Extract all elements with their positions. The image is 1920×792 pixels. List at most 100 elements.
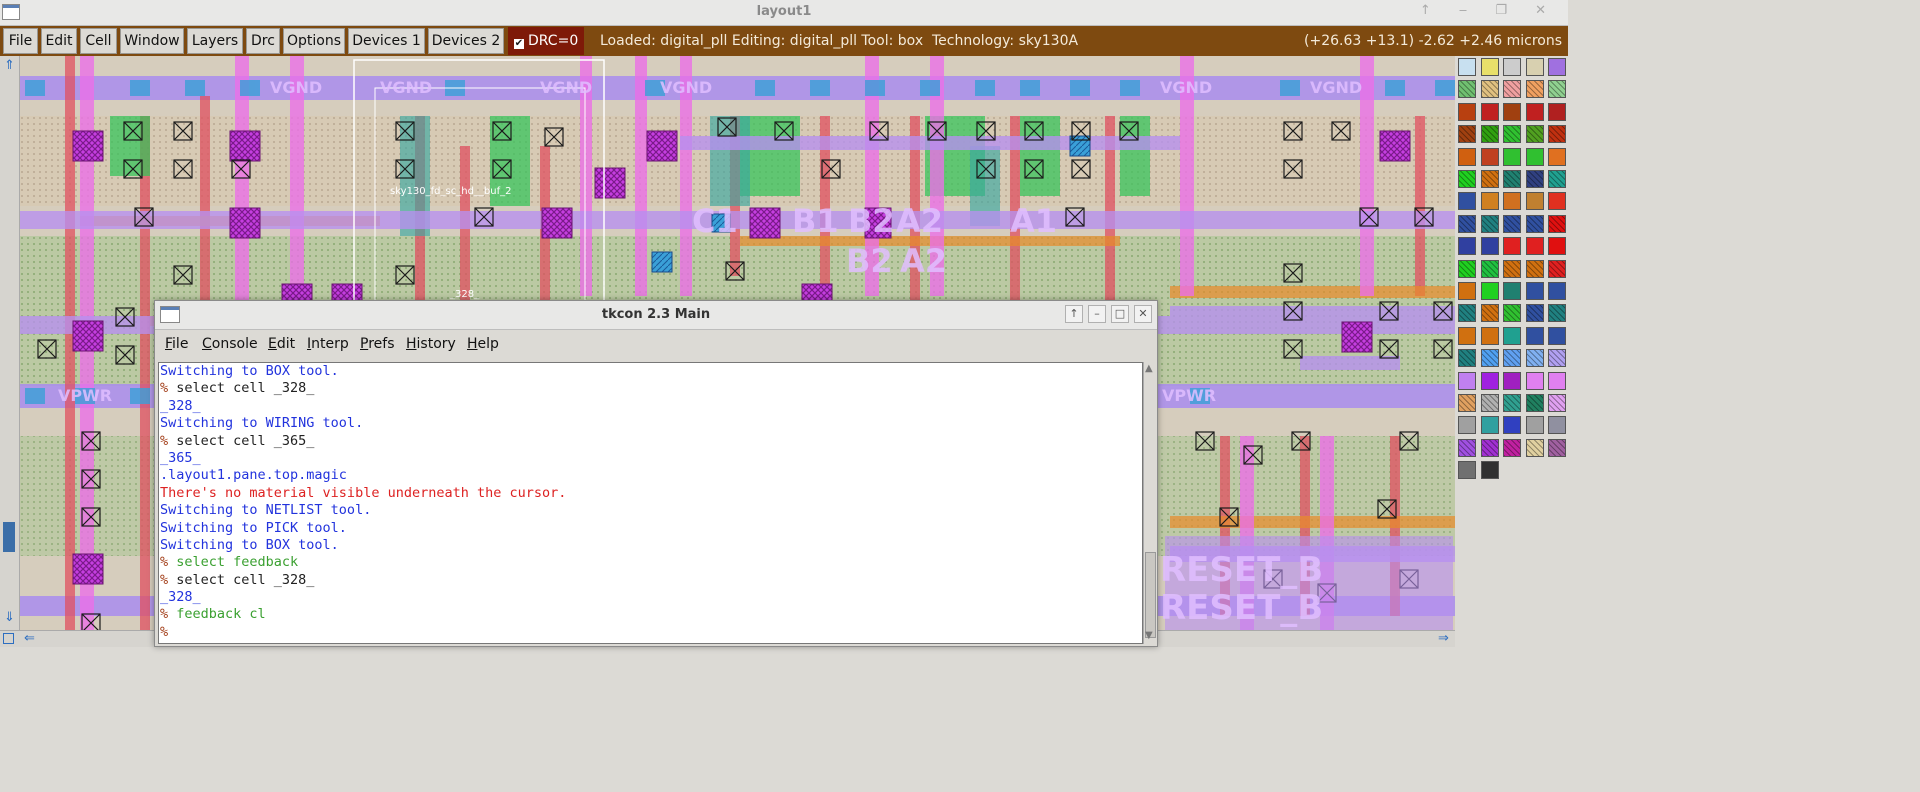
layer-swatch[interactable] [1480, 80, 1499, 99]
scroll-up-arrow-icon[interactable]: ⇑ [3, 59, 16, 72]
layer-swatch[interactable] [1548, 102, 1566, 121]
layer-swatch[interactable] [1503, 192, 1521, 211]
layer-swatch[interactable] [1480, 282, 1499, 300]
layer-swatch[interactable] [1480, 304, 1499, 323]
layer-swatch[interactable] [1525, 58, 1544, 76]
menu-devices-2[interactable]: Devices 2 [428, 28, 504, 54]
layer-swatch[interactable] [1548, 394, 1566, 412]
layer-swatch[interactable] [1503, 259, 1521, 278]
layer-swatch[interactable] [1503, 170, 1521, 188]
close-icon[interactable]: ✕ [1134, 305, 1152, 323]
keep-above-icon[interactable]: ↑ [1065, 305, 1083, 323]
layer-swatch[interactable] [1480, 349, 1499, 368]
layer-swatch[interactable] [1480, 259, 1499, 278]
layer-swatch[interactable] [1480, 438, 1499, 457]
menu-file[interactable]: File [3, 28, 38, 54]
layer-swatch[interactable] [1458, 147, 1476, 166]
minimize-icon[interactable]: – [1088, 305, 1106, 323]
layer-palette[interactable] [1455, 56, 1568, 647]
layer-swatch[interactable] [1525, 102, 1544, 121]
layer-swatch[interactable] [1525, 349, 1544, 368]
layer-swatch[interactable] [1458, 102, 1476, 121]
layer-swatch[interactable] [1503, 416, 1521, 435]
layer-swatch[interactable] [1503, 147, 1521, 166]
layer-swatch[interactable] [1525, 371, 1544, 390]
layer-swatch[interactable] [1503, 371, 1521, 390]
layer-swatch[interactable] [1548, 192, 1566, 211]
layer-swatch[interactable] [1548, 147, 1566, 166]
tkcon-scroll-down-icon[interactable]: ▼ [1145, 630, 1153, 641]
layer-swatch[interactable] [1525, 304, 1544, 323]
layer-swatch[interactable] [1480, 102, 1499, 121]
layer-swatch[interactable] [1458, 461, 1476, 480]
layer-swatch[interactable] [1458, 259, 1476, 278]
menu-layers[interactable]: Layers [187, 28, 243, 54]
drc-toggle[interactable]: ✔ DRC=0 [508, 27, 585, 55]
tkcon-menu-help[interactable]: Help [467, 336, 499, 352]
layer-swatch[interactable] [1458, 438, 1476, 457]
scroll-right-arrow-icon[interactable]: ⇒ [1438, 631, 1449, 646]
layer-swatch[interactable] [1548, 371, 1566, 390]
layer-swatch[interactable] [1548, 80, 1566, 99]
layer-swatch[interactable] [1503, 282, 1521, 300]
layer-swatch[interactable] [1458, 192, 1476, 211]
layer-swatch[interactable] [1525, 80, 1544, 99]
tkcon-scroll-up-icon[interactable]: ▲ [1145, 363, 1153, 374]
layer-swatch[interactable] [1548, 349, 1566, 368]
tkcon-menu-console[interactable]: Console [202, 336, 258, 352]
layer-swatch[interactable] [1548, 438, 1566, 457]
layer-swatch[interactable] [1480, 461, 1499, 480]
layer-swatch[interactable] [1525, 214, 1544, 233]
layer-swatch[interactable] [1503, 349, 1521, 368]
layer-swatch[interactable] [1503, 214, 1521, 233]
layer-swatch[interactable] [1503, 304, 1521, 323]
layer-swatch[interactable] [1548, 259, 1566, 278]
menu-devices-1[interactable]: Devices 1 [348, 28, 425, 54]
layer-swatch[interactable] [1480, 192, 1499, 211]
layer-swatch[interactable] [1548, 214, 1566, 233]
tkcon-menu-prefs[interactable]: Prefs [360, 336, 395, 352]
menu-cell[interactable]: Cell [80, 28, 117, 54]
tkcon-menu-edit[interactable]: Edit [268, 336, 295, 352]
layer-swatch[interactable] [1480, 147, 1499, 166]
layer-swatch[interactable] [1480, 125, 1499, 144]
layer-swatch[interactable] [1525, 147, 1544, 166]
layer-swatch[interactable] [1458, 125, 1476, 144]
layer-swatch[interactable] [1458, 80, 1476, 99]
tkcon-menu-interp[interactable]: Interp [307, 336, 349, 352]
layer-swatch[interactable] [1458, 214, 1476, 233]
layer-swatch[interactable] [1525, 282, 1544, 300]
layer-swatch[interactable] [1525, 438, 1544, 457]
layer-swatch[interactable] [1458, 416, 1476, 435]
layer-swatch[interactable] [1458, 326, 1476, 345]
scroll-left-arrow-icon[interactable]: ⇐ [24, 631, 35, 646]
layer-swatch[interactable] [1548, 237, 1566, 256]
layer-swatch[interactable] [1548, 282, 1566, 300]
maximize-icon[interactable]: □ [1111, 305, 1129, 323]
tkcon-menu-history[interactable]: History [406, 336, 456, 352]
menu-edit[interactable]: Edit [41, 28, 77, 54]
layer-swatch[interactable] [1548, 125, 1566, 144]
layer-swatch[interactable] [1458, 371, 1476, 390]
layer-swatch[interactable] [1480, 326, 1499, 345]
layer-swatch[interactable] [1458, 282, 1476, 300]
tkcon-menu-file[interactable]: File [165, 336, 188, 352]
zoom-box-icon[interactable] [3, 633, 14, 644]
layer-swatch[interactable] [1548, 58, 1566, 76]
vertical-scroll-thumb[interactable] [3, 522, 15, 552]
layer-swatch[interactable] [1503, 102, 1521, 121]
tkcon-scroll-thumb[interactable] [1145, 552, 1156, 638]
layer-swatch[interactable] [1548, 170, 1566, 188]
layer-swatch[interactable] [1525, 416, 1544, 435]
layer-swatch[interactable] [1458, 237, 1476, 256]
tkcon-scrollbar[interactable]: ▲ ▼ [1143, 362, 1157, 644]
layer-swatch[interactable] [1525, 394, 1544, 412]
layer-swatch[interactable] [1503, 58, 1521, 76]
layer-swatch[interactable] [1480, 58, 1499, 76]
layer-swatch[interactable] [1525, 192, 1544, 211]
layer-swatch[interactable] [1503, 237, 1521, 256]
menu-window[interactable]: Window [120, 28, 184, 54]
layer-swatch[interactable] [1458, 58, 1476, 76]
layer-swatch[interactable] [1503, 438, 1521, 457]
layer-swatch[interactable] [1525, 170, 1544, 188]
